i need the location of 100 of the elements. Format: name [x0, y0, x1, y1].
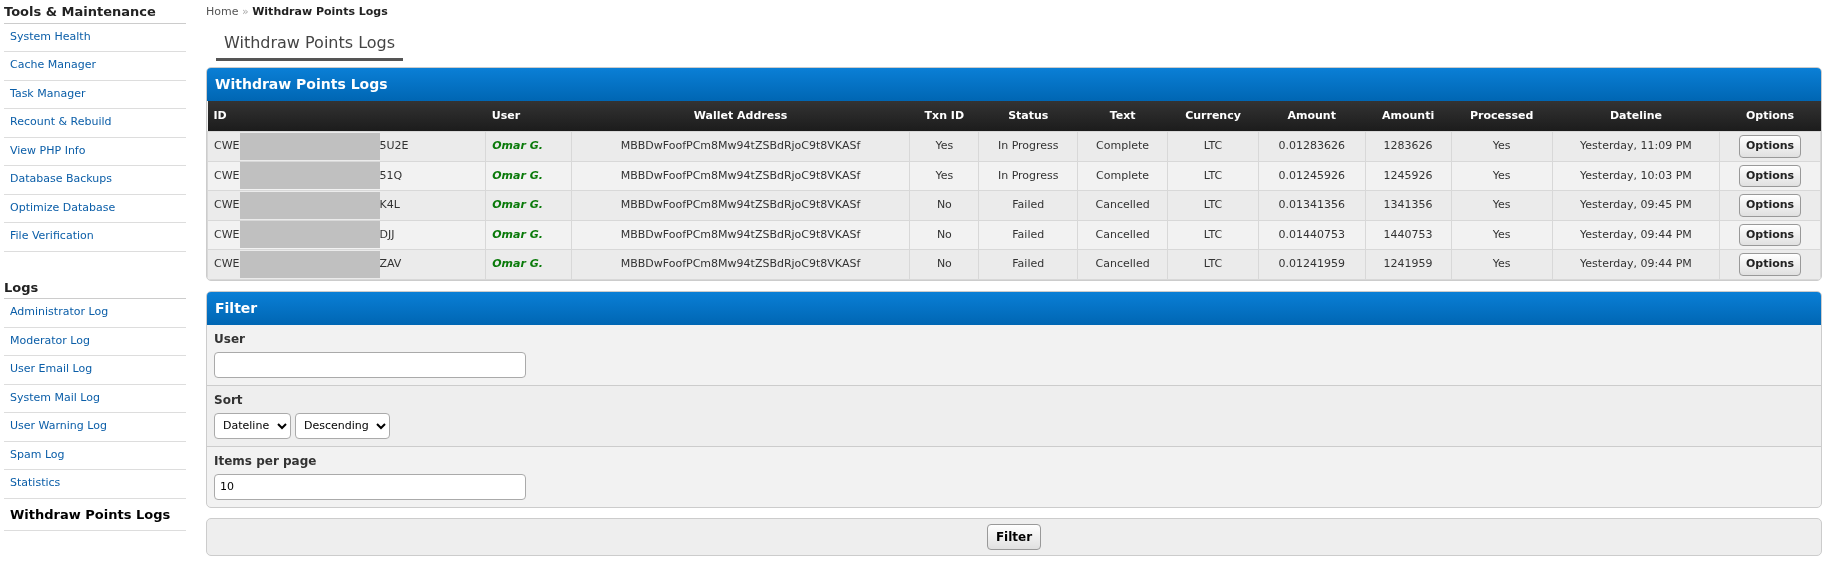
table-cell: Cancelled	[1077, 190, 1168, 220]
sidebar-link[interactable]: Optimize Database	[4, 194, 186, 224]
options-button[interactable]: Options	[1738, 223, 1802, 246]
field-label: Sort	[214, 391, 244, 409]
table-cell: 1440753	[1365, 220, 1452, 250]
sidebar-link[interactable]: Task Manager	[4, 80, 186, 110]
id-text: CWE	[214, 256, 240, 272]
sidebar-link[interactable]: User Email Log	[4, 356, 186, 385]
id-text: CWE	[214, 226, 240, 243]
table-cell: LTC	[1167, 190, 1259, 220]
table-cell: 0.01283626	[1258, 131, 1365, 161]
table-cell: No	[909, 190, 979, 220]
breadcrumb-current: Withdraw Points Logs	[252, 5, 388, 18]
table-cell: MBBDwFoofPCm8Mw94tZSBdRjoC9t8VKASf	[571, 190, 910, 220]
sidebar-link[interactable]: Statistics	[4, 470, 186, 499]
table-cell: MBBDwFoofPCm8Mw94tZSBdRjoC9t8VKASf	[571, 131, 910, 161]
field-label: Items per page	[214, 452, 318, 470]
id-text: CWE	[214, 138, 240, 154]
id-text: CWE	[214, 197, 240, 213]
id-text: 5U2E	[379, 138, 409, 154]
table-cell: Complete	[1077, 131, 1168, 161]
items-per-page-input[interactable]: 10	[214, 473, 526, 500]
table-cell: In Progress	[978, 131, 1078, 161]
table-cell: 0.01241959	[1258, 249, 1365, 279]
id-text: 51Q	[379, 167, 403, 184]
column-header: Text	[1077, 100, 1168, 132]
sidebar-link[interactable]: User Warning Log	[4, 413, 186, 442]
table-cell: 1245926	[1365, 161, 1452, 191]
id-text: DJJ	[379, 226, 395, 243]
column-header: Status	[978, 100, 1078, 132]
column-header: Dateline	[1552, 100, 1720, 132]
options-button[interactable]: Options	[1738, 135, 1802, 158]
table-cell: 1341356	[1365, 190, 1452, 220]
table-cell: Yes	[1451, 220, 1553, 250]
column-header: Currency	[1167, 100, 1259, 132]
sidebar-link[interactable]: File Verification	[4, 223, 186, 252]
column-header: Amount	[1258, 100, 1365, 132]
id-text: K4L	[379, 197, 400, 213]
sidebar-link[interactable]: View PHP Info	[4, 137, 186, 167]
column-header: Options	[1719, 100, 1821, 132]
sort-select[interactable]: Dateline	[214, 412, 291, 439]
table-cell: Cancelled	[1077, 249, 1168, 279]
table-cell: No	[909, 249, 979, 279]
page-tab[interactable]: Withdraw Points Logs	[216, 24, 404, 61]
sidebar-link[interactable]: Spam Log	[4, 441, 186, 471]
table-cell: Yes	[1451, 131, 1553, 161]
table-cell: 1283626	[1365, 131, 1452, 161]
table-cell: Complete	[1077, 161, 1168, 191]
sidebar-heading: Tools & Maintenance	[4, 4, 186, 24]
table-cell: LTC	[1167, 131, 1259, 161]
table-cell: Omar G.	[485, 161, 572, 191]
field-label: User	[214, 330, 246, 348]
sidebar-link[interactable]: System Mail Log	[4, 384, 186, 414]
sidebar-link[interactable]: Recount & Rebuild	[4, 109, 186, 138]
id-text: CWE	[214, 167, 240, 184]
table-cell: Omar G.	[485, 190, 572, 220]
column-header: Processed	[1451, 100, 1553, 132]
table-cell: Yes	[909, 131, 979, 161]
column-header: Wallet Address	[571, 100, 910, 132]
panel-title: Withdraw Points Logs	[207, 67, 1821, 101]
table-cell: MBBDwFoofPCm8Mw94tZSBdRjoC9t8VKASf	[571, 161, 910, 191]
filter-button[interactable]: Filter	[986, 523, 1042, 550]
table-cell: Yesterday, 09:44 PM	[1552, 249, 1720, 279]
table-cell: 0.01245926	[1258, 161, 1365, 191]
sort-select[interactable]: Descending	[295, 412, 390, 439]
sidebar-heading: Logs	[4, 279, 186, 300]
sidebar-link[interactable]: System Health	[4, 23, 186, 53]
sidebar-link[interactable]: Cache Manager	[4, 52, 186, 81]
table-cell: Yes	[1451, 190, 1553, 220]
table-cell: Yesterday, 10:03 PM	[1552, 161, 1720, 191]
sidebar-link[interactable]: Administrator Log	[4, 299, 186, 328]
options-button[interactable]: Options	[1738, 164, 1802, 187]
table-cell: Yes	[909, 161, 979, 191]
sidebar-link[interactable]: Withdraw Points Logs	[4, 498, 186, 532]
sidebar-link[interactable]: Moderator Log	[4, 327, 186, 357]
sidebar-link[interactable]: Database Backups	[4, 166, 186, 195]
options-button[interactable]: Options	[1738, 194, 1802, 217]
user-input[interactable]	[214, 351, 526, 378]
table-cell: 0.01341356	[1258, 190, 1365, 220]
breadcrumb-link[interactable]: Home	[206, 5, 239, 18]
column-header: Txn ID	[909, 100, 979, 132]
options-button[interactable]: Options	[1738, 253, 1802, 276]
table-cell: 0.01440753	[1258, 220, 1365, 250]
table-cell: Yesterday, 09:44 PM	[1552, 220, 1720, 250]
table-cell: Yes	[1451, 161, 1553, 191]
column-header: Amounti	[1365, 100, 1452, 132]
column-header: User	[485, 100, 572, 132]
table-cell: Failed	[978, 249, 1078, 279]
id-text: ZAV	[379, 256, 402, 272]
table-cell: LTC	[1167, 220, 1259, 250]
table-cell: Omar G.	[485, 249, 572, 279]
table-cell: LTC	[1167, 161, 1259, 191]
table-cell: LTC	[1167, 249, 1259, 279]
table-cell: In Progress	[978, 161, 1078, 191]
table-cell: Omar G.	[485, 131, 572, 161]
panel-title: Filter	[207, 291, 1821, 325]
column-header: ID	[207, 100, 486, 132]
table-cell: Failed	[978, 220, 1078, 250]
table-cell: Yesterday, 11:09 PM	[1552, 131, 1720, 161]
table-cell: 1241959	[1365, 249, 1452, 279]
